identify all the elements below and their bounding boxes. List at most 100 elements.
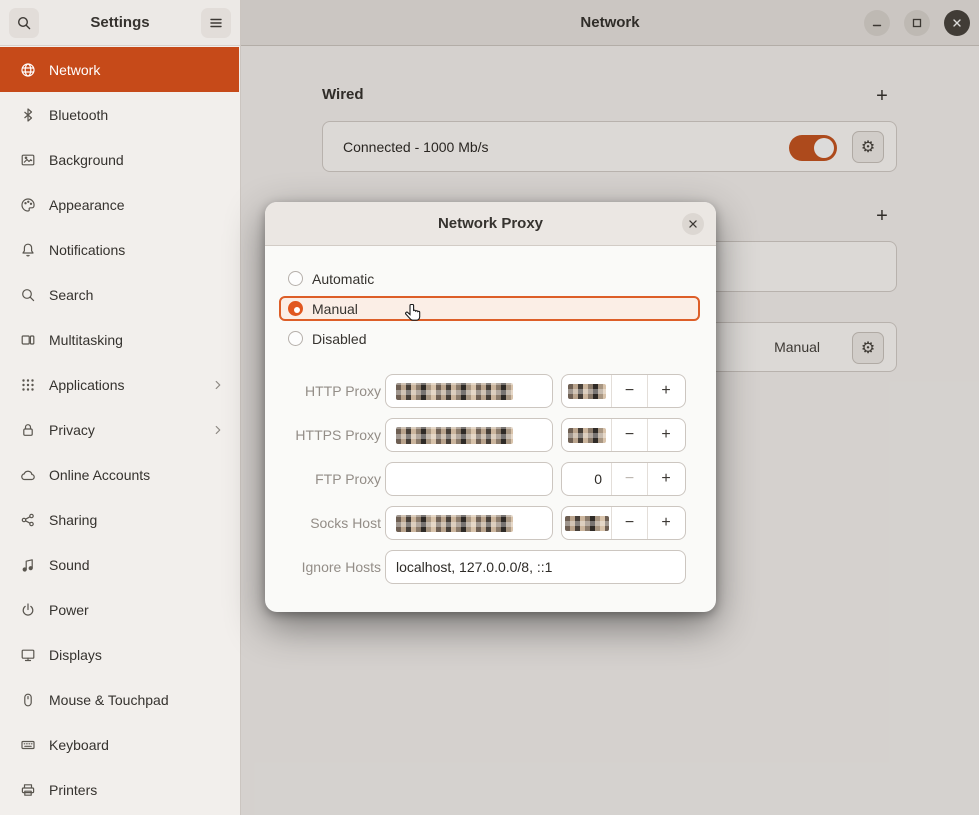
sidebar-item-label: Mouse & Touchpad xyxy=(49,692,169,708)
https-port-value[interactable] xyxy=(562,419,612,451)
sidebar-item-label: Appearance xyxy=(49,197,125,213)
ftp-proxy-port-spinner: 0 − + xyxy=(561,462,686,496)
power-icon xyxy=(20,602,36,618)
https-port-increment-button[interactable]: + xyxy=(648,419,684,451)
socks-port-value[interactable] xyxy=(562,507,612,539)
settings-window: Settings Network Bluetooth Background xyxy=(0,0,979,815)
dialog-body: Automatic Manual Disabled HTTP Proxy − +… xyxy=(265,246,716,612)
https-proxy-host-input[interactable] xyxy=(385,418,553,452)
sidebar-item-applications[interactable]: Applications xyxy=(0,362,239,407)
sidebar-item-multitasking[interactable]: Multitasking xyxy=(0,317,239,362)
sidebar-item-online-accounts[interactable]: Online Accounts xyxy=(0,452,239,497)
search-button[interactable] xyxy=(9,8,39,38)
redacted-value xyxy=(565,516,609,531)
sidebar-item-label: Sound xyxy=(49,557,89,573)
redacted-value xyxy=(568,428,606,443)
socks-port-spinner: − + xyxy=(561,506,686,540)
ftp-proxy-host-input[interactable] xyxy=(385,462,553,496)
sidebar-item-appearance[interactable]: Appearance xyxy=(0,182,239,227)
http-port-decrement-button[interactable]: − xyxy=(612,375,648,407)
sidebar-item-label: Displays xyxy=(49,647,102,663)
sidebar-item-label: Online Accounts xyxy=(49,467,150,483)
sidebar-item-search[interactable]: Search xyxy=(0,272,239,317)
sidebar-item-displays[interactable]: Displays xyxy=(0,632,239,677)
socks-host-input[interactable] xyxy=(385,506,553,540)
keyboard-icon xyxy=(20,737,36,753)
sidebar-item-power[interactable]: Power xyxy=(0,587,239,632)
http-proxy-label: HTTP Proxy xyxy=(265,374,381,408)
cursor-pointer xyxy=(402,302,424,324)
sidebar-item-label: Notifications xyxy=(49,242,125,258)
redacted-value xyxy=(396,427,513,444)
sidebar-item-sound[interactable]: Sound xyxy=(0,542,239,587)
sidebar-item-mouse-touchpad[interactable]: Mouse & Touchpad xyxy=(0,677,239,722)
radio-automatic[interactable] xyxy=(288,271,303,286)
ftp-proxy-label: FTP Proxy xyxy=(265,462,381,496)
http-port-increment-button[interactable]: + xyxy=(648,375,684,407)
socks-port-decrement-button[interactable]: − xyxy=(612,507,648,539)
ftp-port-decrement-button[interactable]: − xyxy=(612,463,648,495)
sidebar-item-notifications[interactable]: Notifications xyxy=(0,227,239,272)
monitor-icon xyxy=(20,647,36,663)
dialog-close-button[interactable] xyxy=(682,213,704,235)
sidebar-item-label: Printers xyxy=(49,782,97,798)
https-port-decrement-button[interactable]: − xyxy=(612,419,648,451)
bluetooth-icon xyxy=(20,107,36,123)
sidebar-item-sharing[interactable]: Sharing xyxy=(0,497,239,542)
hamburger-icon xyxy=(208,15,224,31)
printer-icon xyxy=(20,782,36,798)
app-grid-icon xyxy=(20,377,36,393)
sidebar-header: Settings xyxy=(0,0,240,46)
ignore-hosts-input[interactable] xyxy=(385,550,686,584)
sidebar-item-printers[interactable]: Printers xyxy=(0,767,239,812)
sidebar-item-label: Search xyxy=(49,287,93,303)
sidebar-item-label: Privacy xyxy=(49,422,95,438)
sidebar-item-label: Background xyxy=(49,152,124,168)
option-label: Automatic xyxy=(312,271,374,287)
sidebar-item-label: Sharing xyxy=(49,512,97,528)
appearance-icon xyxy=(20,197,36,213)
chevron-right-icon xyxy=(211,423,225,437)
close-icon xyxy=(686,217,700,231)
sidebar-item-label: Multitasking xyxy=(49,332,123,348)
dialog-title: Network Proxy xyxy=(265,202,716,246)
radio-disabled[interactable] xyxy=(288,331,303,346)
http-proxy-host-input[interactable] xyxy=(385,374,553,408)
ftp-port-value[interactable]: 0 xyxy=(562,463,612,495)
background-icon xyxy=(20,152,36,168)
sidebar-item-label: Network xyxy=(49,62,100,78)
sidebar-item-label: Keyboard xyxy=(49,737,109,753)
sidebar-item-keyboard[interactable]: Keyboard xyxy=(0,722,239,767)
option-label: Disabled xyxy=(312,331,366,347)
bell-icon xyxy=(20,242,36,258)
ignore-hosts-label: Ignore Hosts xyxy=(265,550,381,584)
proxy-option-disabled[interactable]: Disabled xyxy=(279,326,700,351)
share-icon xyxy=(20,512,36,528)
radio-manual[interactable] xyxy=(288,301,303,316)
sidebar-nav: Network Bluetooth Background Appearance … xyxy=(0,47,239,812)
search-icon xyxy=(16,15,32,31)
sidebar-item-label: Applications xyxy=(49,377,125,393)
dialog-header: Network Proxy xyxy=(265,202,716,246)
search-icon xyxy=(20,287,36,303)
proxy-option-automatic[interactable]: Automatic xyxy=(279,266,700,291)
menu-button[interactable] xyxy=(201,8,231,38)
proxy-option-manual[interactable]: Manual xyxy=(279,296,700,321)
sidebar-item-bluetooth[interactable]: Bluetooth xyxy=(0,92,239,137)
http-port-value[interactable] xyxy=(562,375,612,407)
redacted-value xyxy=(396,515,513,532)
network-icon xyxy=(20,62,36,78)
sidebar-item-label: Power xyxy=(49,602,89,618)
lock-icon xyxy=(20,422,36,438)
mouse-icon xyxy=(20,692,36,708)
multitasking-icon xyxy=(20,332,36,348)
ftp-port-increment-button[interactable]: + xyxy=(648,463,684,495)
sidebar-item-network[interactable]: Network xyxy=(0,47,239,92)
sidebar-item-background[interactable]: Background xyxy=(0,137,239,182)
sidebar-item-privacy[interactable]: Privacy xyxy=(0,407,239,452)
network-proxy-dialog: Network Proxy Automatic Manual Disabled … xyxy=(265,202,716,612)
http-proxy-port-spinner: − + xyxy=(561,374,686,408)
redacted-value xyxy=(568,384,606,399)
option-label: Manual xyxy=(312,301,358,317)
socks-port-increment-button[interactable]: + xyxy=(648,507,684,539)
